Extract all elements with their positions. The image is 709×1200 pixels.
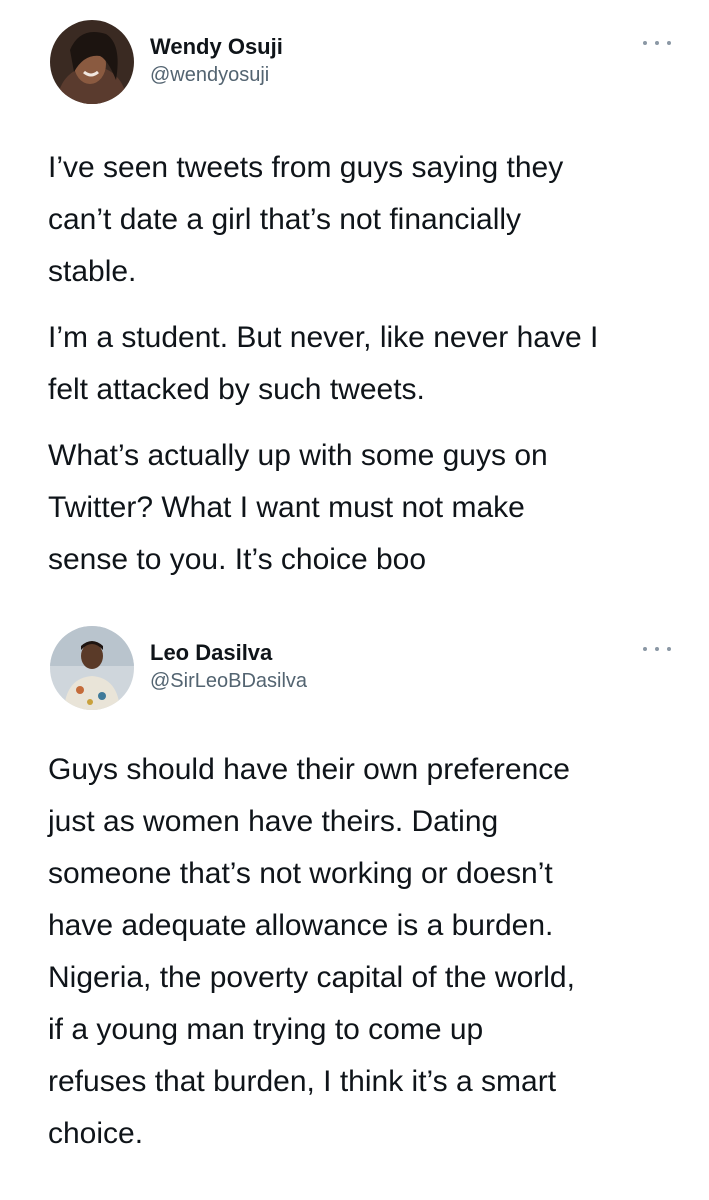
tweet-line: refuses that burden, I think it’s a smar… — [48, 1065, 557, 1098]
tweet-line: felt attacked by such tweets. — [48, 373, 425, 406]
author-name[interactable]: Leo Dasilva — [150, 640, 272, 666]
tweet-paragraph: I’ve seen tweets from guys saying they c… — [48, 142, 688, 298]
author-handle[interactable]: @SirLeoBDasilva — [150, 670, 307, 693]
tweet-text: I’ve seen tweets from guys saying they c… — [48, 142, 688, 586]
tweet-line: someone that’s not working or doesn’t — [48, 857, 553, 890]
more-dot — [643, 41, 647, 45]
avatar-leo-dasilva[interactable] — [50, 626, 134, 710]
more-dot — [667, 647, 671, 651]
more-options-icon[interactable] — [643, 640, 671, 658]
author-name[interactable]: Wendy Osuji — [150, 34, 283, 60]
avatar-wendy-osuji[interactable] — [50, 20, 134, 104]
more-dot — [643, 647, 647, 651]
tweet-line: I’ve seen tweets from guys saying they — [48, 151, 564, 184]
tweet-line: stable. — [48, 255, 137, 288]
tweet-line: just as women have theirs. Dating — [48, 805, 499, 838]
tweet-paragraph: I’m a student. But never, like never hav… — [48, 312, 688, 416]
more-dot — [655, 41, 659, 45]
tweet-text: Guys should have their own preference ju… — [48, 744, 688, 1160]
tweet-line: can’t date a girl that’s not financially — [48, 203, 522, 236]
more-options-icon[interactable] — [643, 34, 671, 52]
tweet-line: Twitter? What I want must not make — [48, 491, 525, 524]
more-dot — [667, 41, 671, 45]
tweet-line: I’m a student. But never, like never hav… — [48, 321, 599, 354]
tweet-line: have adequate allowance is a burden. — [48, 909, 554, 942]
tweet-line: if a young man trying to come up — [48, 1013, 484, 1046]
tweet-line: choice. — [48, 1117, 144, 1150]
tweet-paragraph: Guys should have their own preference ju… — [48, 744, 688, 1160]
author-handle[interactable]: @wendyosuji — [150, 64, 269, 87]
tweet-paragraph: What’s actually up with some guys on Twi… — [48, 430, 688, 586]
tweet-line: Guys should have their own preference — [48, 753, 570, 786]
tweet-line: Nigeria, the poverty capital of the worl… — [48, 961, 575, 994]
tweet-line: What’s actually up with some guys on — [48, 439, 548, 472]
tweet-line: sense to you. It’s choice boo — [48, 543, 427, 576]
more-dot — [655, 647, 659, 651]
